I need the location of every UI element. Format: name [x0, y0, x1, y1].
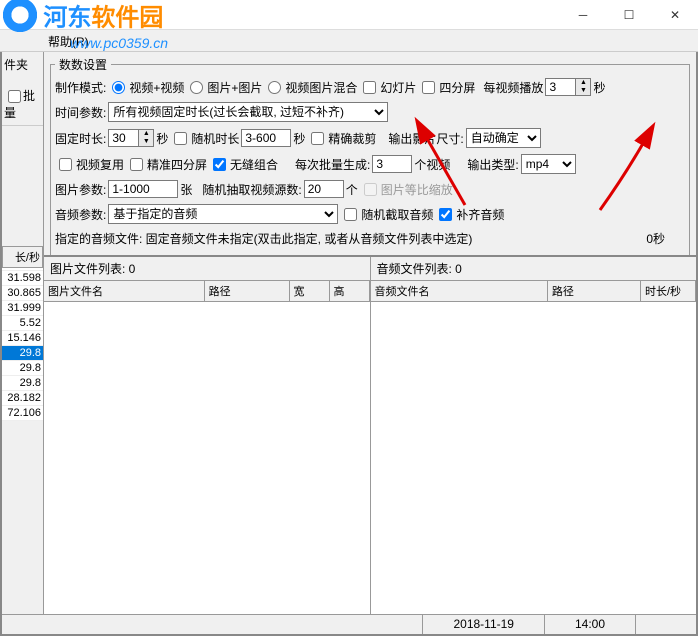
table-row[interactable]: 29.8 [2, 346, 43, 361]
status-time: 14:00 [544, 615, 635, 634]
mode-label: 制作模式: [55, 79, 106, 96]
mode-video-radio[interactable] [112, 81, 125, 94]
audio-list-pane: 音频文件列表: 0 音频文件名 路径 时长/秒 [371, 257, 697, 614]
menu-bar: 帮助(R) [0, 30, 698, 52]
mode-quad-check[interactable] [422, 81, 435, 94]
table-row[interactable]: 31.598 [2, 271, 43, 286]
close-button[interactable]: ✕ [652, 0, 698, 29]
audio-list-body[interactable] [371, 302, 697, 614]
spinner-buttons[interactable]: ▲▼ [575, 78, 591, 96]
video-reuse-check[interactable] [59, 158, 72, 171]
status-bar: 2018-11-19 14:00 [2, 614, 696, 634]
mode-slide-check[interactable] [363, 81, 376, 94]
table-row[interactable]: 31.999 [2, 301, 43, 316]
extract-count-input[interactable] [304, 180, 344, 198]
params-fieldset: 数数设置 制作模式: 视频+视频 图片+图片 视频图片混合 幻灯片 四分屏 每视… [50, 56, 690, 257]
col-audio-name[interactable]: 音频文件名 [371, 281, 548, 301]
col-image-height[interactable]: 高 [330, 281, 370, 301]
window-titlebar: ─ ☐ ✕ [0, 0, 698, 30]
left-column: 件夹 批量 长/秒 31.59830.86531.9995.5215.14629… [2, 52, 44, 614]
status-date: 2018-11-19 [422, 615, 544, 634]
batch-count-input[interactable] [372, 155, 412, 173]
help-menu[interactable]: 帮助(R) [40, 30, 97, 53]
table-row[interactable]: 28.182 [2, 391, 43, 406]
folder-label: 件夹 [4, 58, 28, 72]
precise-crop-check[interactable] [311, 132, 324, 145]
quad-precise-check[interactable] [130, 158, 143, 171]
audio-file-spec[interactable]: 指定的音频文件: 固定音频文件未指定(双击此指定, 或者从音频文件列表中选定) [55, 230, 472, 247]
image-list-body[interactable] [44, 302, 370, 614]
table-row[interactable]: 15.146 [2, 331, 43, 346]
image-range-input[interactable] [108, 180, 178, 198]
table-row[interactable]: 30.865 [2, 286, 43, 301]
duration-mode-select[interactable]: 所有视频固定时长(过长会截取, 过短不补齐) [108, 102, 388, 122]
audio-list-title: 音频文件列表: 0 [371, 257, 697, 280]
batch-checkbox[interactable] [8, 90, 21, 103]
seamless-check[interactable] [213, 158, 226, 171]
col-image-name[interactable]: 图片文件名 [44, 281, 205, 301]
col-image-width[interactable]: 宽 [290, 281, 330, 301]
col-image-path[interactable]: 路径 [205, 281, 290, 301]
image-list-title: 图片文件列表: 0 [44, 257, 370, 280]
output-type-select[interactable]: mp4 [521, 154, 576, 174]
duration-header[interactable]: 长/秒 [2, 246, 43, 268]
fill-audio-check[interactable] [439, 208, 452, 221]
random-audio-check[interactable] [344, 208, 357, 221]
table-row[interactable]: 5.52 [2, 316, 43, 331]
minimize-button[interactable]: ─ [560, 0, 606, 29]
fixed-duration-input[interactable] [108, 129, 138, 147]
random-range-input[interactable] [241, 129, 291, 147]
scale-check [364, 183, 377, 196]
output-size-select[interactable]: 自动确定 [466, 128, 541, 148]
mode-image-radio[interactable] [190, 81, 203, 94]
params-legend: 数数设置 [55, 56, 111, 73]
col-audio-path[interactable]: 路径 [548, 281, 641, 301]
table-row[interactable]: 29.8 [2, 361, 43, 376]
table-row[interactable]: 72.106 [2, 406, 43, 421]
random-duration-check[interactable] [174, 132, 187, 145]
audio-mode-select[interactable]: 基于指定的音频 [108, 204, 338, 224]
each-play-input[interactable] [545, 78, 575, 96]
col-audio-duration[interactable]: 时长/秒 [641, 281, 696, 301]
maximize-button[interactable]: ☐ [606, 0, 652, 29]
image-list-pane: 图片文件列表: 0 图片文件名 路径 宽 高 [44, 257, 371, 614]
table-row[interactable]: 29.8 [2, 376, 43, 391]
mode-mix-radio[interactable] [268, 81, 281, 94]
